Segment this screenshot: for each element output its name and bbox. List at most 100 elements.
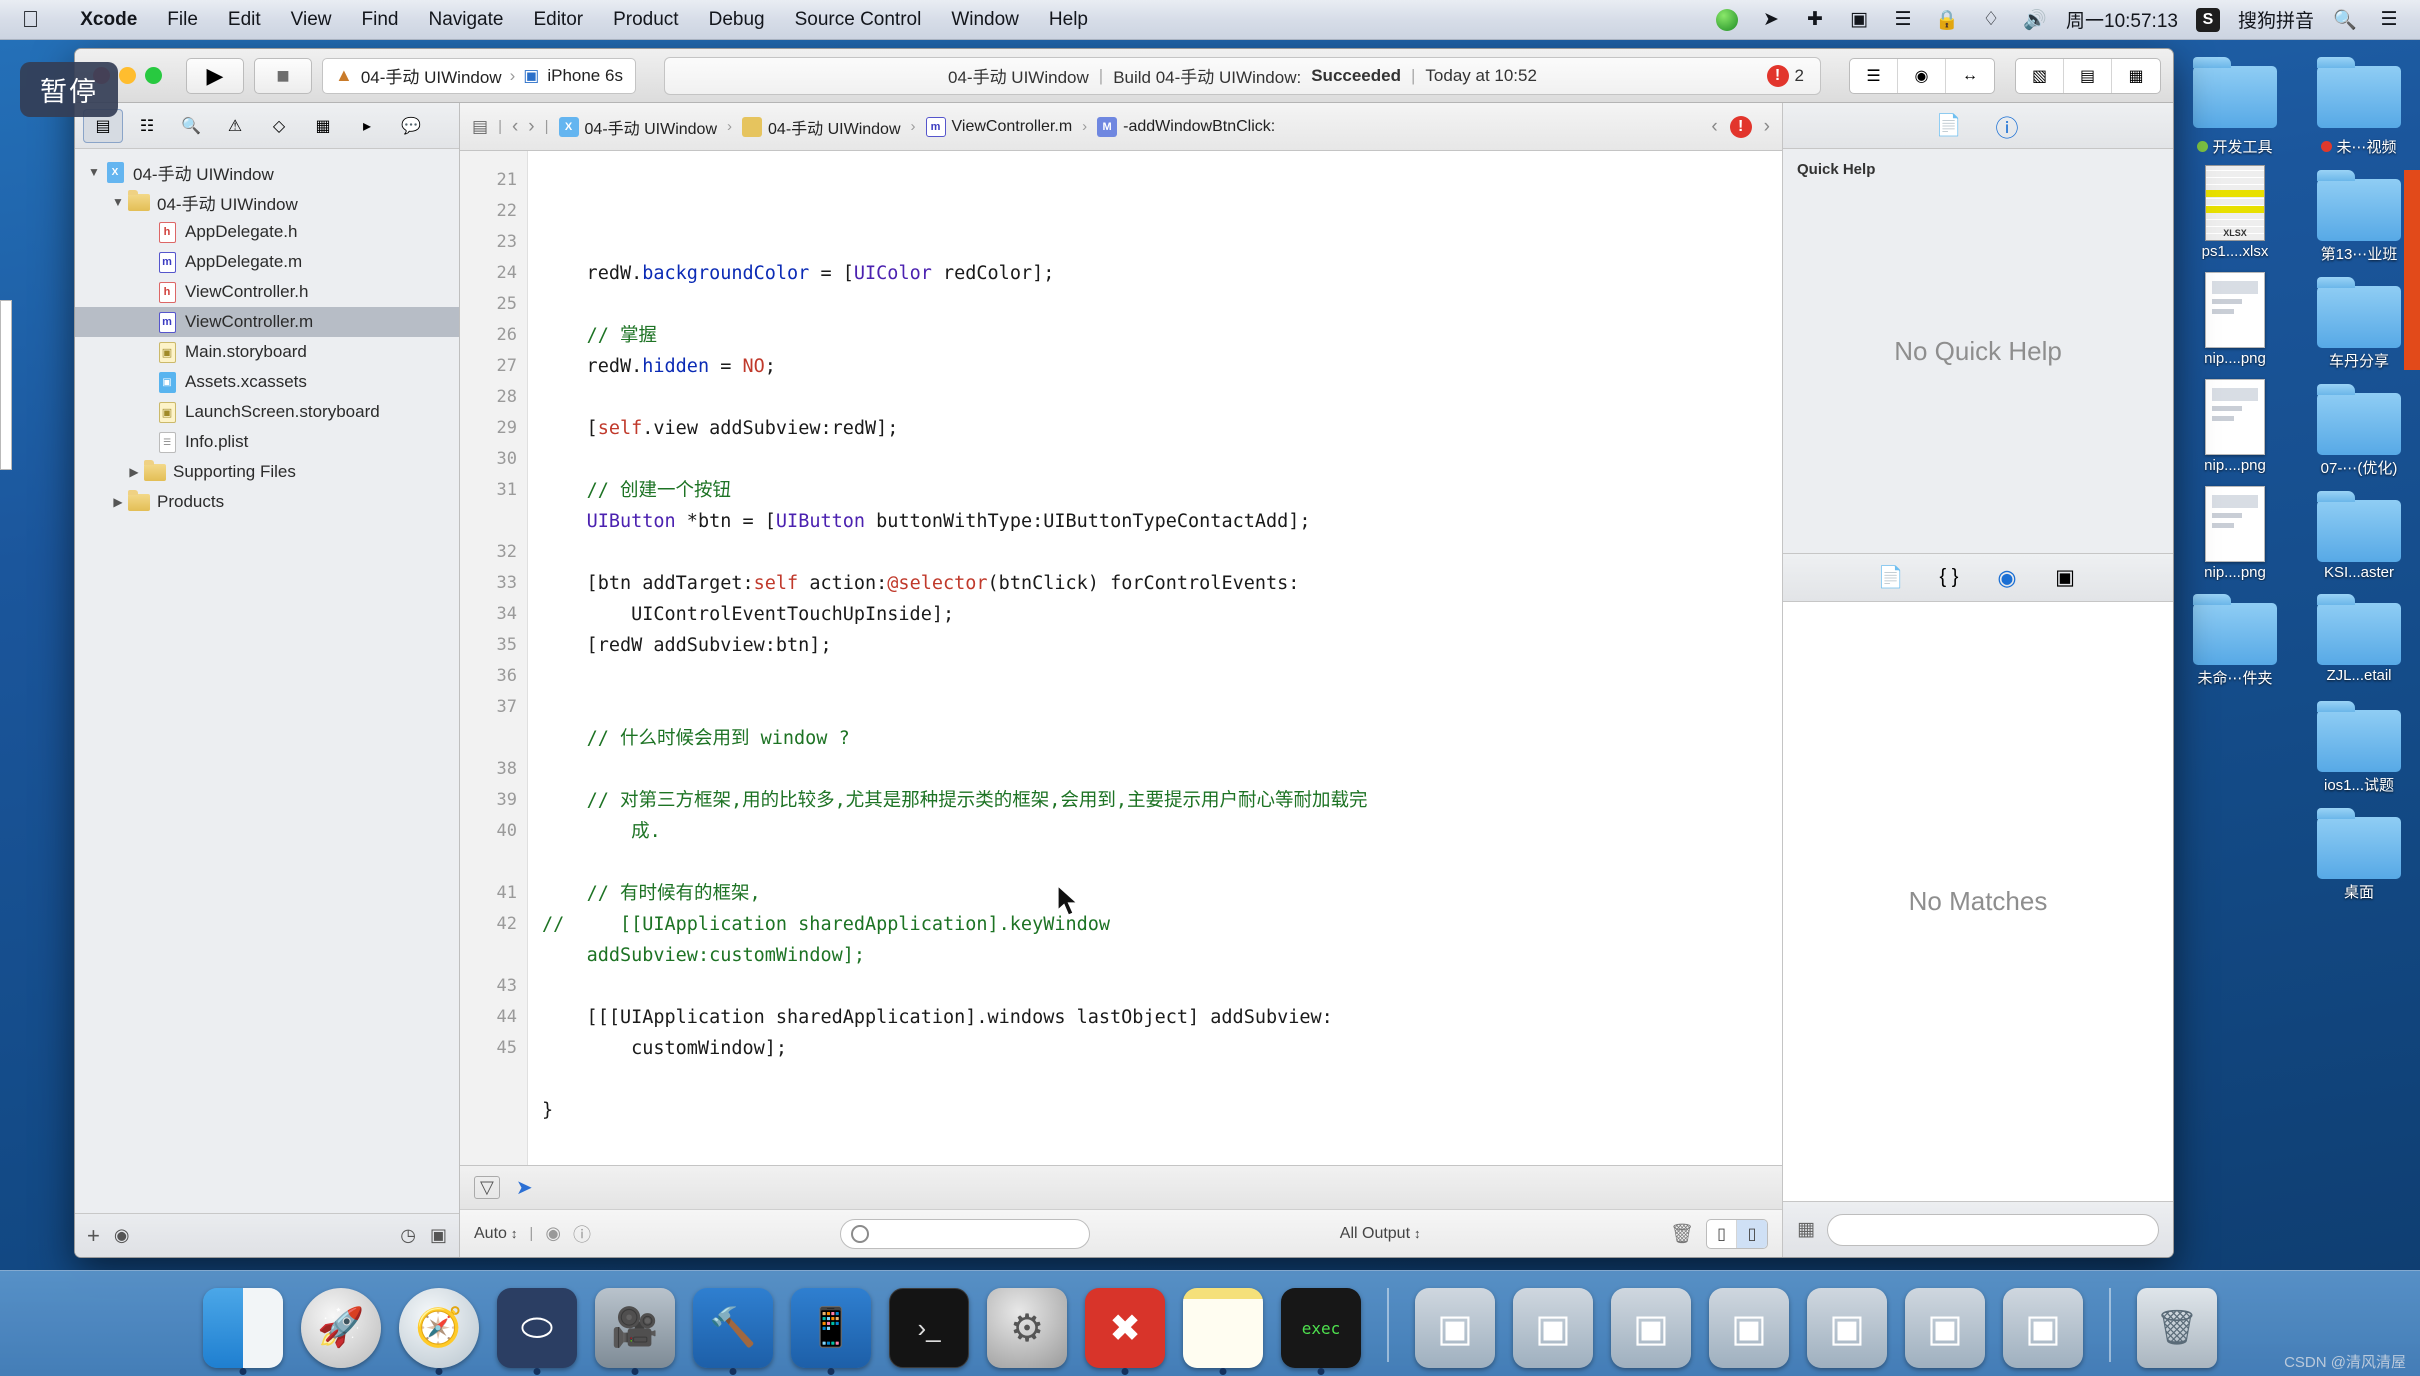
tree-item-file-selected[interactable]: m ViewController.m	[75, 307, 459, 337]
breadcrumb-project[interactable]: X 04-手动 UIWindow	[558, 115, 717, 139]
desktop-icon[interactable]: 07-⋯(优化)	[2300, 377, 2418, 478]
location-icon[interactable]: ➤	[1758, 7, 1784, 33]
desktop-icon[interactable]: 未命⋯件夹	[2176, 587, 2294, 688]
tree-item-file[interactable]: ▣ Assets.xcassets	[75, 367, 459, 397]
disclosure-triangle[interactable]: ▶	[109, 495, 127, 509]
related-items-icon[interactable]: ▤	[472, 117, 488, 137]
find-navigator-icon[interactable]: 🔍	[171, 109, 211, 143]
breadcrumb-file[interactable]: m ViewController.m	[925, 116, 1072, 137]
forward-chevron-icon[interactable]: ›	[528, 116, 534, 138]
code-line[interactable]: redW.hidden = NO;	[542, 351, 1782, 382]
menu-file[interactable]: File	[152, 9, 213, 31]
menu-find[interactable]: Find	[347, 9, 414, 31]
disclosure-triangle[interactable]: ▶	[125, 465, 143, 479]
run-button[interactable]: ▶	[186, 57, 244, 94]
menu-xcode[interactable]: Xcode	[65, 9, 152, 31]
dock-minimized-window[interactable]: ▣	[1805, 1284, 1889, 1368]
desktop-icon[interactable]: KSI...aster	[2300, 484, 2418, 581]
input-method-icon[interactable]: S	[2195, 7, 2220, 32]
desktop-icon[interactable]: XLSX ps1....xlsx	[2176, 163, 2294, 264]
airplay-icon[interactable]: ✚	[1802, 7, 1828, 33]
tree-item-file[interactable]: m AppDelegate.m	[75, 247, 459, 277]
code-line[interactable]: redW.backgroundColor = [UIColor redColor…	[542, 258, 1782, 289]
test-navigator-icon[interactable]: ◇	[259, 109, 299, 143]
split-panes-icon[interactable]: ▯ ▯	[1706, 1218, 1769, 1249]
minimize-button[interactable]	[119, 67, 136, 84]
pause-badge[interactable]: 暂停	[20, 62, 118, 117]
tree-item-group[interactable]: ▶ Products	[75, 487, 459, 517]
file-template-library-icon[interactable]: 📄	[1876, 563, 1906, 593]
issue-counter[interactable]: ! 2	[1766, 64, 1804, 87]
dock-item-mouse-utility[interactable]: ⬭	[495, 1284, 579, 1375]
desktop-icon[interactable]: ios1...试题	[2300, 694, 2418, 795]
desktop-icon[interactable]: 第13⋯业班	[2300, 163, 2418, 264]
code-line[interactable]	[542, 971, 1782, 1002]
code-line[interactable]: [self.view addSubview:redW];	[542, 413, 1782, 444]
code-snippet-library-icon[interactable]: { }	[1934, 563, 1964, 593]
debug-navigator-icon[interactable]: ▦	[303, 109, 343, 143]
scheme-selector[interactable]: ▲ 04-手动 UIWindow › ▣ iPhone 6s	[322, 57, 636, 94]
desktop-icon[interactable]	[2176, 50, 2294, 130]
dock-minimized-window[interactable]: ▣	[2001, 1284, 2085, 1368]
volume-icon[interactable]: 🔊	[2022, 7, 2048, 33]
code-line[interactable]	[542, 1126, 1782, 1157]
dock-minimized-window[interactable]: ▣	[1413, 1284, 1497, 1368]
code-line[interactable]: // 掌握	[542, 320, 1782, 351]
lock-icon[interactable]: 🔒	[1934, 7, 1960, 33]
code-line[interactable]	[542, 1064, 1782, 1095]
dock-item-quicktime[interactable]: 🎥	[593, 1284, 677, 1375]
show-navigator-icon[interactable]: ▧	[2016, 58, 2064, 93]
library-filter-field[interactable]	[1826, 1213, 2159, 1246]
object-library-icon[interactable]: ◉	[1992, 563, 2022, 593]
menu-edit[interactable]: Edit	[213, 9, 276, 31]
stop-button[interactable]: ■	[254, 57, 312, 94]
menu-help[interactable]: Help	[1034, 9, 1103, 31]
desktop-icon[interactable]: 车丹分享	[2300, 270, 2418, 371]
tree-item-group[interactable]: ▶ Supporting Files	[75, 457, 459, 487]
code-text[interactable]: redW.backgroundColor = [UIColor redColor…	[528, 151, 1782, 1165]
right-chevron-icon[interactable]: ›	[1764, 116, 1770, 138]
dock-minimized-window[interactable]: ▣	[1511, 1284, 1595, 1368]
filter-icon[interactable]: ▽	[474, 1176, 500, 1199]
menu-bar-clock[interactable]: 周一10:57:13	[2066, 6, 2178, 33]
list-view-icon[interactable]: ▦	[1797, 1218, 1815, 1241]
code-line[interactable]: addSubview:customWindow];	[542, 940, 1782, 971]
dock-item-trash[interactable]: 🗑	[2135, 1284, 2219, 1368]
dock-minimized-window[interactable]: ▣	[1609, 1284, 1693, 1368]
menu-editor[interactable]: Editor	[518, 9, 598, 31]
media-library-icon[interactable]: ▣	[2050, 563, 2080, 593]
dock-minimized-window[interactable]: ▣	[1707, 1284, 1791, 1368]
tree-item-project[interactable]: ▼ X 04-手动 UIWindow	[75, 157, 459, 187]
code-line[interactable]: // 有时候有的框架,	[542, 878, 1782, 909]
search-icon[interactable]: 🔍	[2332, 7, 2358, 33]
breadcrumb-symbol[interactable]: M -addWindowBtnClick:	[1097, 116, 1275, 137]
variables-scope-selector[interactable]: Auto ↕	[474, 1225, 517, 1243]
code-line[interactable]	[542, 444, 1782, 475]
desktop-tag-label[interactable]: 开发工具	[2176, 136, 2294, 157]
breadcrumb-group[interactable]: 04-手动 UIWindow	[742, 115, 901, 139]
dock-item-exec[interactable]: exec	[1279, 1284, 1363, 1375]
code-line[interactable]	[542, 289, 1782, 320]
trash-icon[interactable]: 🗑	[1670, 1222, 1694, 1246]
screen-record-icon[interactable]: ▣	[1846, 7, 1872, 33]
code-line[interactable]	[542, 537, 1782, 568]
tree-item-file[interactable]: h AppDelegate.h	[75, 217, 459, 247]
code-line[interactable]	[542, 661, 1782, 692]
tree-item-file[interactable]: ▣ LaunchScreen.storyboard	[75, 397, 459, 427]
error-icon[interactable]: !	[1729, 115, 1752, 138]
dock-minimized-window[interactable]: ▣	[1903, 1284, 1987, 1368]
tree-item-file[interactable]: ☰ Info.plist	[75, 427, 459, 457]
dock-item-xmind[interactable]: ✖	[1083, 1284, 1167, 1375]
dropbox-icon[interactable]: ♢	[1978, 7, 2004, 33]
code-line[interactable]	[542, 754, 1782, 785]
version-editor-icon[interactable]: ↔	[1946, 59, 1994, 93]
apple-menu-icon[interactable]: 	[22, 8, 39, 31]
code-line[interactable]: // 什么时候会用到 window ?	[542, 723, 1782, 754]
breakpoint-icon[interactable]: ➤	[516, 1175, 533, 1200]
code-line[interactable]: customWindow];	[542, 1033, 1782, 1064]
record-icon[interactable]	[1714, 7, 1740, 33]
eye-icon[interactable]: ◉	[545, 1223, 561, 1244]
show-inspector-icon[interactable]: ▦	[2112, 59, 2160, 93]
menu-debug[interactable]: Debug	[694, 9, 780, 31]
menu-source-control[interactable]: Source Control	[780, 9, 937, 31]
